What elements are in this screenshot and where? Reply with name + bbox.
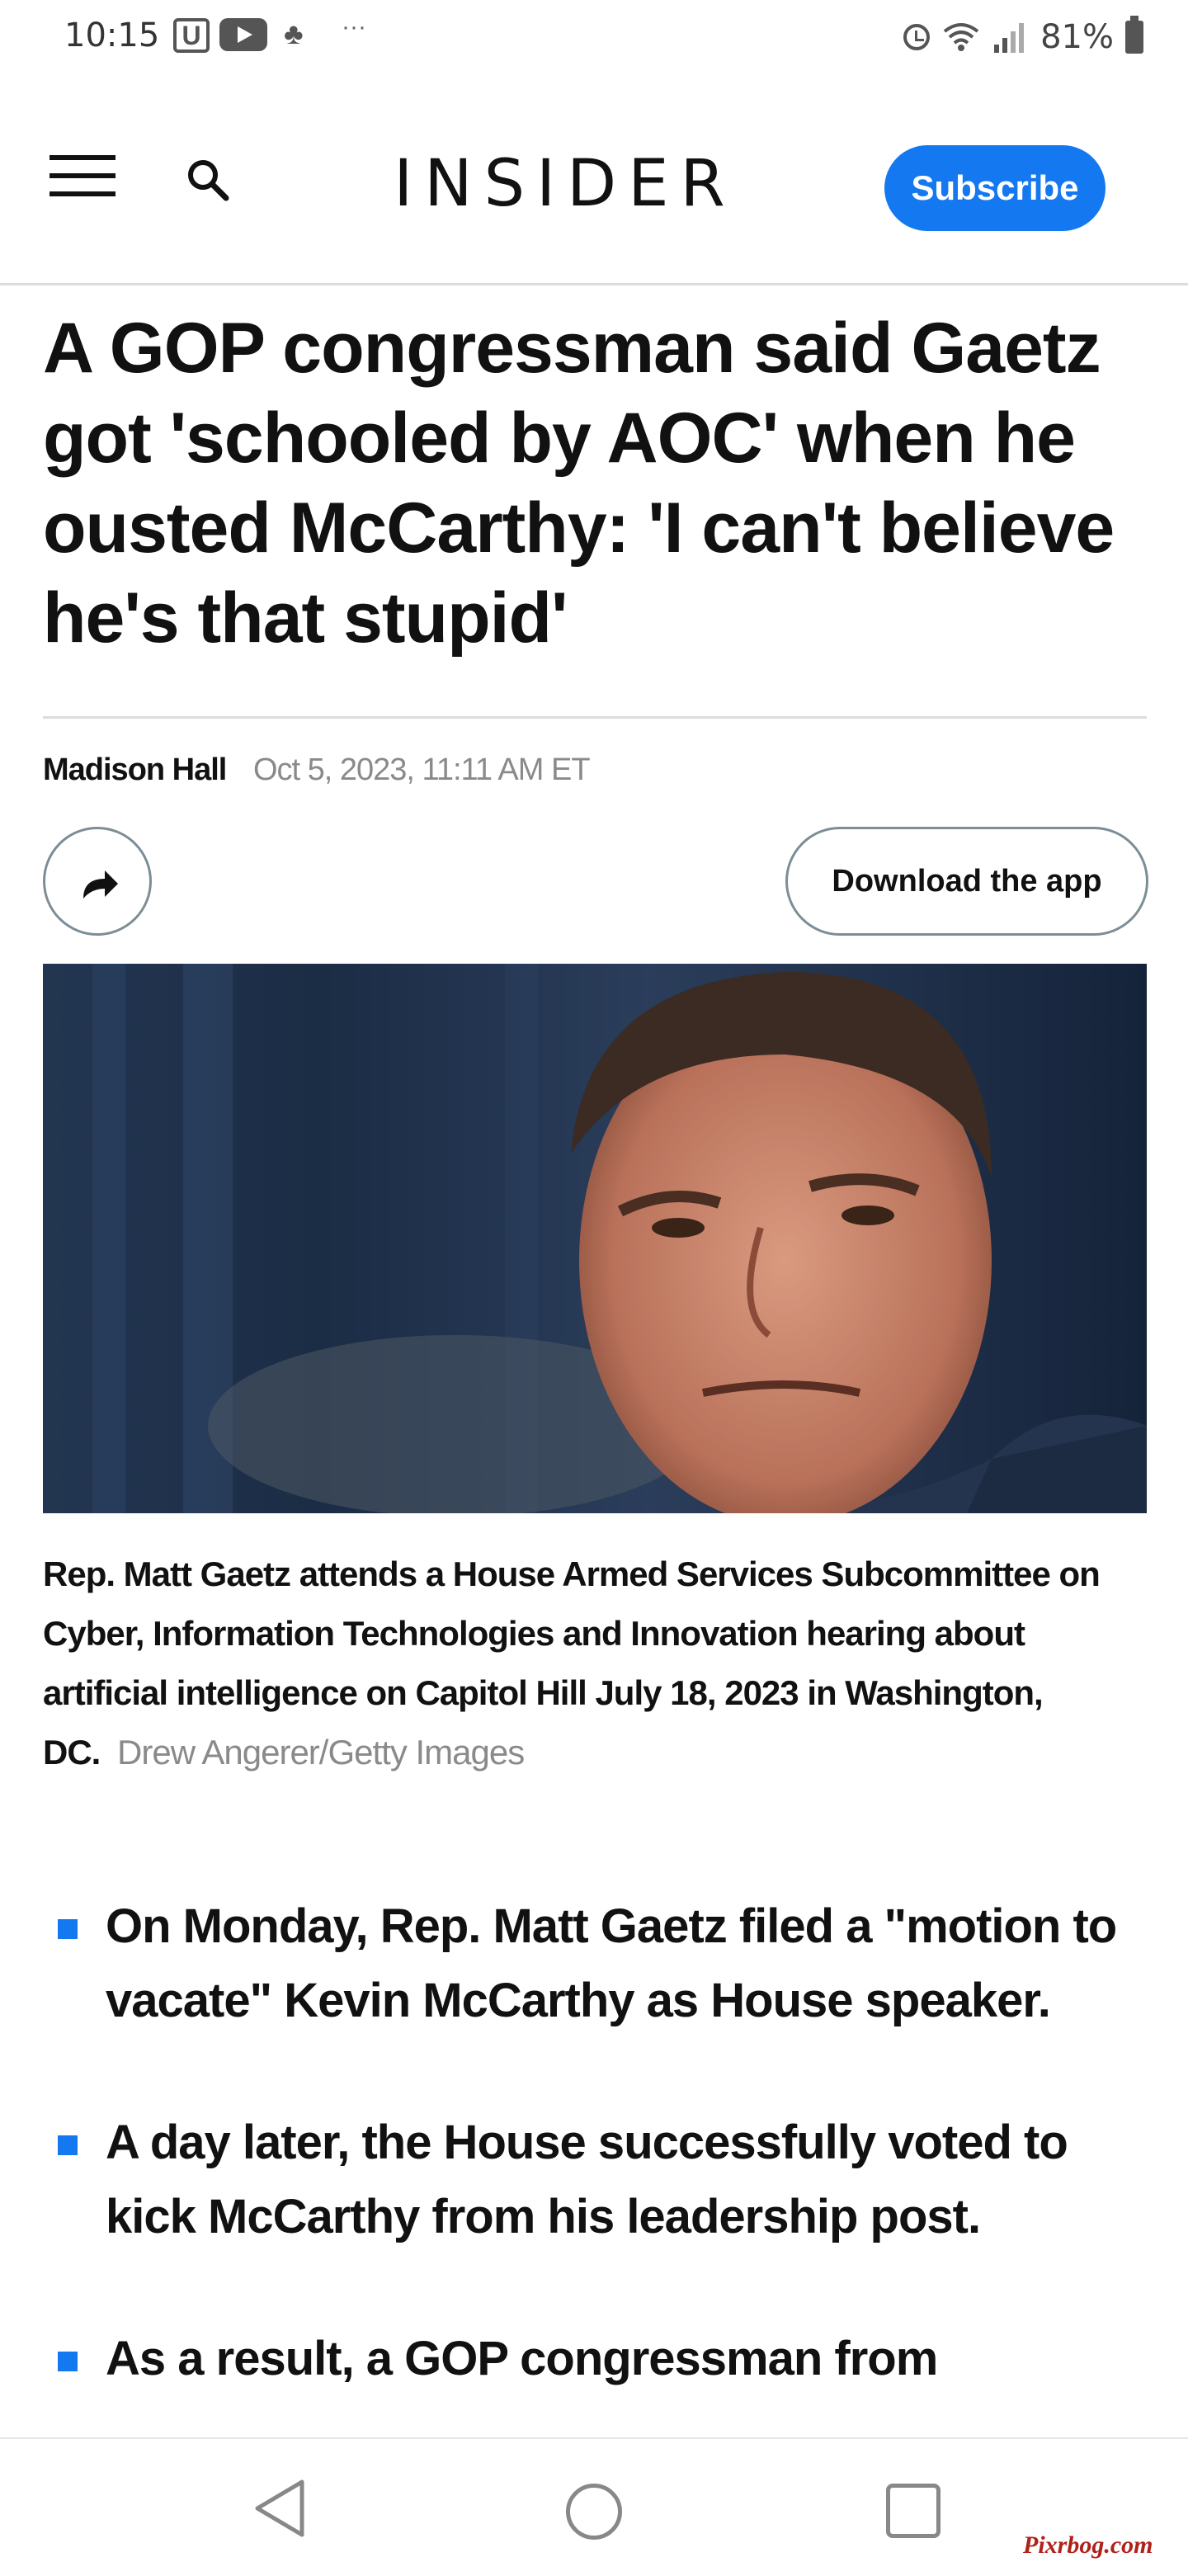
divider: [43, 716, 1147, 719]
bullet-square-icon: [58, 2352, 78, 2371]
subscribe-button[interactable]: Subscribe: [884, 145, 1106, 231]
status-right: 81%: [903, 16, 1143, 56]
key-point-text: A day later, the House successfully vote…: [106, 2116, 1068, 2243]
image-caption: Rep. Matt Gaetz attends a House Armed Se…: [43, 1545, 1107, 1782]
key-point: As a result, a GOP congressman from: [43, 2322, 1148, 2396]
home-icon[interactable]: [566, 2484, 622, 2540]
system-nav-bar: [0, 2437, 1188, 2576]
publish-date: Oct 5, 2023, 11:11 AM ET: [252, 753, 591, 787]
key-point-text: On Monday, Rep. Matt Gaetz filed a "moti…: [106, 1899, 1117, 2027]
article-headline: A GOP congressman said Gaetz got 'school…: [43, 309, 1115, 658]
key-point: A day later, the House successfully vote…: [43, 2106, 1148, 2254]
author-name[interactable]: Madison Hall: [43, 753, 227, 787]
carrot-icon: ♣: [284, 17, 304, 50]
key-point-text: As a result, a GOP congressman from: [106, 2332, 938, 2385]
byline: Madison Hall Oct 5, 2023, 11:11 AM ET: [43, 753, 591, 788]
battery-icon: [1125, 16, 1143, 54]
menu-icon[interactable]: [50, 155, 116, 198]
site-logo[interactable]: INSIDER: [388, 147, 742, 221]
key-point: On Monday, Rep. Matt Gaetz filed a "moti…: [43, 1890, 1148, 2038]
u-app-icon: U: [173, 18, 210, 53]
battery-percent: 81%: [1040, 18, 1114, 56]
watermark: Pixrbog.com: [1023, 2531, 1153, 2559]
site-header: INSIDER Subscribe: [0, 124, 1188, 285]
bullet-square-icon: [58, 1919, 78, 1939]
recent-apps-icon[interactable]: [886, 2484, 940, 2538]
status-time: 10:15: [64, 17, 160, 54]
wifi-icon: [943, 23, 979, 51]
photo-credit: Drew Angerer/Getty Images: [117, 1733, 525, 1772]
youtube-icon: [219, 18, 267, 51]
share-arrow-icon: [83, 870, 118, 899]
back-icon[interactable]: [251, 2477, 309, 2540]
hero-image: [43, 964, 1147, 1513]
key-points-list: On Monday, Rep. Matt Gaetz filed a "moti…: [43, 1890, 1148, 2464]
alarm-icon: [903, 24, 931, 50]
search-icon[interactable]: [185, 157, 231, 203]
status-bar: 10:15 U ♣ ··· 81%: [0, 0, 1188, 79]
hero-photo: [43, 964, 1147, 1513]
download-app-button[interactable]: Download the app: [785, 827, 1148, 936]
signal-icon: [994, 23, 1025, 53]
more-dots-icon: ···: [342, 13, 366, 40]
share-button[interactable]: [43, 827, 152, 936]
bullet-square-icon: [58, 2135, 78, 2155]
